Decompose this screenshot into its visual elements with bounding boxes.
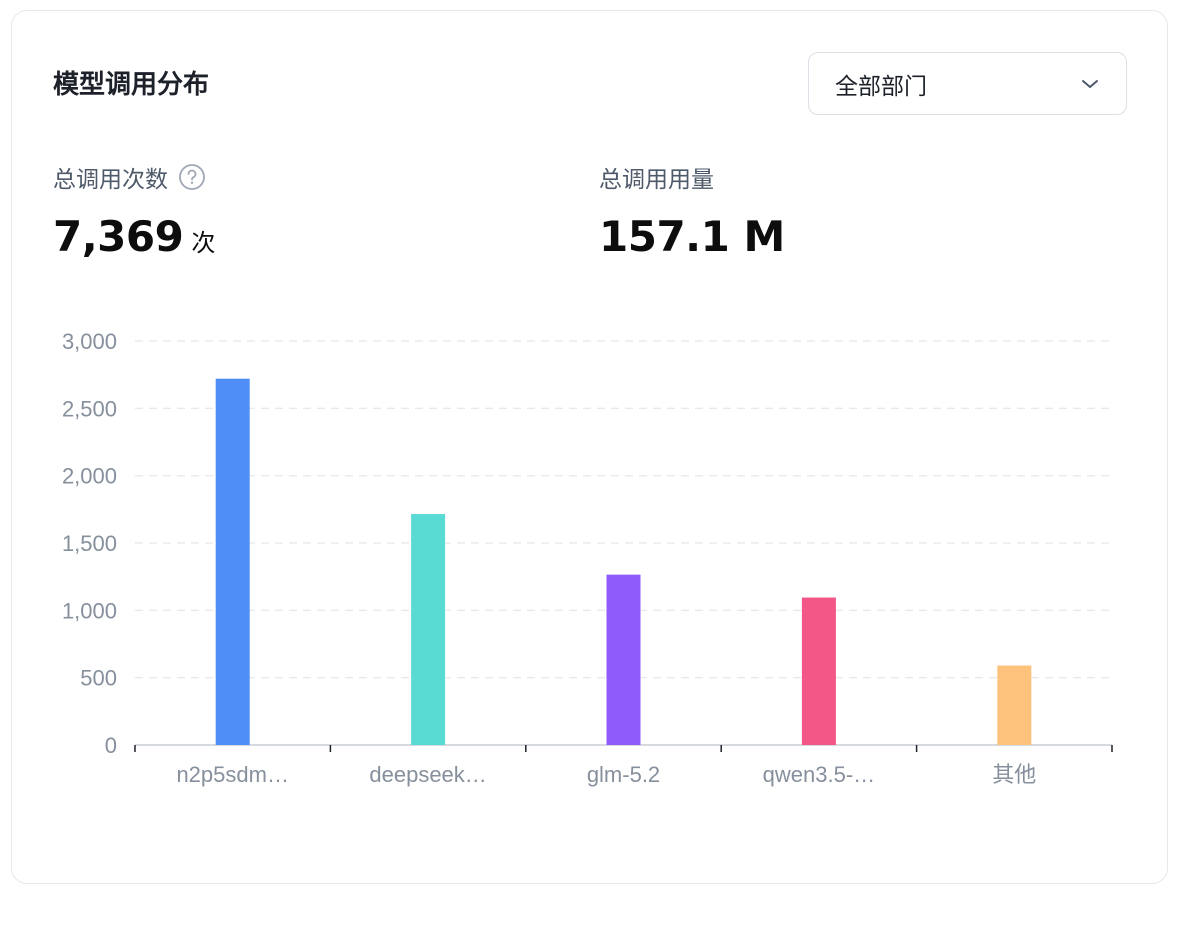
bar-1 [411, 514, 446, 745]
total-calls-label: 总调用次数 [53, 167, 168, 193]
y-tick-label: 2,500 [62, 396, 117, 421]
y-tick-label: 500 [80, 666, 117, 691]
x-tick-label: glm-5.2 [587, 762, 660, 787]
total-calls-value-row: 7,369 次 [53, 212, 215, 261]
total-calls-unit: 次 [191, 229, 215, 257]
department-select[interactable]: 全部部门 [808, 52, 1127, 115]
x-tick-label: 其他 [992, 762, 1036, 787]
bar-2 [606, 574, 641, 745]
x-tick-label: deepseek… [369, 762, 486, 787]
bar-4 [997, 665, 1032, 745]
y-tick-label: 2,000 [62, 464, 117, 489]
y-tick-label: 3,000 [62, 329, 117, 354]
total-calls-value: 7,369 [53, 212, 184, 261]
x-tick-label: qwen3.5-… [763, 762, 876, 787]
bar-0 [215, 378, 250, 745]
y-tick-label: 0 [105, 733, 117, 758]
total-calls-label-row: 总调用次数 [53, 160, 206, 194]
question-circle-icon[interactable] [178, 163, 206, 191]
y-tick-label: 1,000 [62, 598, 117, 623]
total-usage-label: 总调用用量 [599, 167, 714, 193]
bar-3 [801, 597, 836, 745]
x-tick-label: n2p5sdm… [176, 762, 289, 787]
y-tick-label: 1,500 [62, 531, 117, 556]
bar-chart: 0 500 1,000 1,500 2,000 2,500 3,000 n2p5sdm… dee… [62, 329, 1113, 787]
chevron-down-icon [1080, 74, 1100, 94]
department-select-value: 全部部门 [835, 73, 927, 100]
card-title: 模型调用分布 [53, 70, 210, 100]
total-usage-value: 157.1 M [599, 212, 785, 261]
